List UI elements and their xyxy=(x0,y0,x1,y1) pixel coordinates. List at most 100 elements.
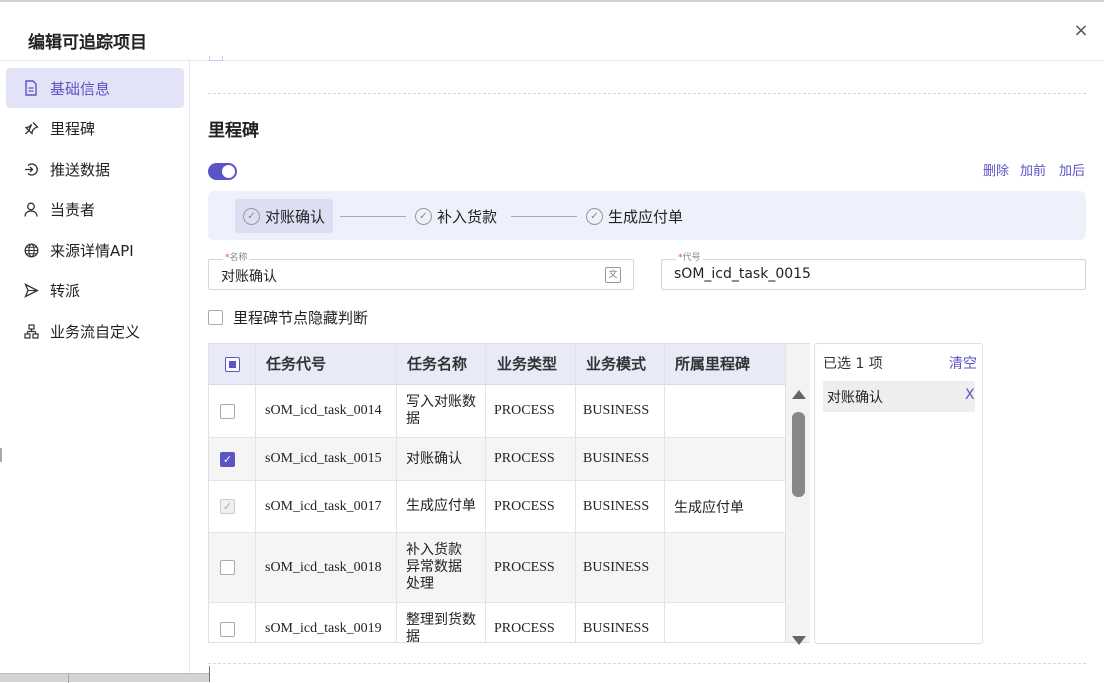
step-connector xyxy=(511,216,577,217)
row-checkbox[interactable] xyxy=(220,621,235,637)
sidebar-item-reassign[interactable]: 转派 xyxy=(6,270,184,310)
header-task-code: 任务代号 xyxy=(266,355,327,373)
dialog-title: 编辑可追踪项目 xyxy=(28,33,147,53)
header-task-name: 任务名称 xyxy=(407,355,468,373)
cell-mode: BUSINESS xyxy=(583,559,650,575)
milestone-toggle[interactable] xyxy=(208,163,237,180)
column-divider xyxy=(575,344,576,642)
sidebar: 基础信息 里程碑 推送数据 当责者 来源详情API 转派 业务流自定义 xyxy=(0,61,190,682)
dialog-header: 编辑可追踪项目 × xyxy=(0,0,1104,61)
cell-milestone: 生成应付单 xyxy=(674,499,744,516)
selected-tag: 对账确认 X xyxy=(823,381,975,412)
table-row[interactable]: ✓ sOM_icd_task_0017 生成应付单 PROCESS BUSINE… xyxy=(209,481,785,533)
checkbox[interactable] xyxy=(208,310,223,325)
cell-mode: BUSINESS xyxy=(583,498,650,514)
cell-code: sOM_icd_task_0014 xyxy=(265,403,382,418)
cell-code: sOM_icd_task_0018 xyxy=(265,559,382,575)
cell-name: 生成应付单 xyxy=(406,498,476,514)
hide-node-checkbox[interactable]: 里程碑节点隐藏判断 xyxy=(208,307,368,328)
cell-code: sOM_icd_task_0017 xyxy=(265,498,382,514)
code-field-value: sOM_icd_task_0015 xyxy=(674,266,811,282)
name-field-value: 对账确认 xyxy=(221,269,277,285)
translate-icon[interactable]: 文 xyxy=(605,267,621,283)
column-divider xyxy=(396,344,397,642)
table-row[interactable]: sOM_icd_task_0014 写入对账数据 PROCESS BUSINES… xyxy=(209,385,785,438)
sidebar-item-basic-info[interactable]: 基础信息 xyxy=(6,68,184,108)
label-text: 代号 xyxy=(682,253,701,263)
row-checkbox: ✓ xyxy=(220,499,235,514)
table-row[interactable]: sOM_icd_task_0018 补入货款异常数据处理 PROCESS BUS… xyxy=(209,533,785,603)
cell-name: 对账确认 xyxy=(406,450,462,467)
select-all-checkbox[interactable] xyxy=(225,357,240,372)
step-label: 补入货款 xyxy=(437,207,498,226)
cell-type: PROCESS xyxy=(494,451,555,466)
table-header: 任务代号 任务名称 业务类型 业务模式 所属里程碑 xyxy=(209,344,785,385)
edge-mark xyxy=(0,448,2,462)
step-generate-payable[interactable]: ✓ 生成应付单 xyxy=(578,199,691,233)
scroll-down-icon[interactable] xyxy=(792,636,806,645)
user-icon xyxy=(22,200,40,218)
cell-type: PROCESS xyxy=(494,559,555,575)
sidebar-item-label: 转派 xyxy=(50,281,81,300)
cell-code: sOM_icd_task_0015 xyxy=(265,451,382,466)
send-icon xyxy=(22,281,40,299)
label-text: 名称 xyxy=(229,253,248,263)
sidebar-item-label: 当责者 xyxy=(50,200,96,219)
header-business-mode: 业务模式 xyxy=(586,355,647,373)
edge-mark xyxy=(209,666,210,682)
sidebar-item-label: 里程碑 xyxy=(50,119,96,138)
sidebar-item-owner[interactable]: 当责者 xyxy=(6,189,184,229)
cell-code: sOM_icd_task_0019 xyxy=(265,620,382,636)
pin-icon xyxy=(22,119,40,137)
scroll-up-icon[interactable] xyxy=(792,390,806,399)
sidebar-item-label: 来源详情API xyxy=(50,241,134,260)
push-arrow-icon xyxy=(22,160,40,178)
row-checkbox[interactable] xyxy=(220,560,235,575)
sidebar-item-source-api[interactable]: 来源详情API xyxy=(6,230,184,270)
remove-tag-icon[interactable]: X xyxy=(965,387,975,403)
cell-mode: BUSINESS xyxy=(583,403,650,418)
divider xyxy=(208,93,1086,94)
sidebar-item-milestone[interactable]: 里程碑 xyxy=(6,108,184,148)
step-add-payment[interactable]: ✓ 补入货款 xyxy=(407,199,505,233)
table-row[interactable]: sOM_icd_task_0019 整理到货数据 PROCESS BUSINES… xyxy=(209,603,785,642)
add-after-button[interactable]: 加后 xyxy=(1059,160,1085,179)
cell-type: PROCESS xyxy=(494,498,555,514)
cell-mode: BUSINESS xyxy=(583,620,650,636)
step-reconcile[interactable]: ✓ 对账确认 xyxy=(235,199,334,233)
close-icon[interactable]: × xyxy=(1070,20,1092,42)
selected-tag-label: 对账确认 xyxy=(827,390,883,406)
delete-button[interactable]: 删除 xyxy=(983,160,1009,179)
document-icon xyxy=(22,79,40,97)
table-scrollbar[interactable] xyxy=(786,343,810,645)
sidebar-item-flow-custom[interactable]: 业务流自定义 xyxy=(6,311,184,351)
taskbar-strip xyxy=(0,673,209,683)
cell-mode: BUSINESS xyxy=(583,451,650,466)
edit-dialog: 编辑可追踪项目 × 基础信息 里程碑 推送数据 当责者 来源详情API 转派 业… xyxy=(0,0,1104,683)
hide-node-label: 里程碑节点隐藏判断 xyxy=(233,309,369,327)
code-field-label: *代号 xyxy=(676,253,703,263)
cell-name: 写入对账数据 xyxy=(406,394,476,427)
sidebar-item-label: 基础信息 xyxy=(50,79,111,98)
milestone-steps: ✓ 对账确认 ✓ 补入货款 ✓ 生成应付单 xyxy=(208,191,1086,240)
table-row[interactable]: ✓ sOM_icd_task_0015 对账确认 PROCESS BUSINES… xyxy=(209,438,785,481)
partial-checkbox-top xyxy=(209,56,223,61)
step-label: 对账确认 xyxy=(265,207,326,226)
row-checkbox[interactable] xyxy=(220,403,235,419)
add-before-button[interactable]: 加前 xyxy=(1020,160,1046,179)
code-field[interactable]: *代号 sOM_icd_task_0015 xyxy=(661,253,1086,290)
header-milestone: 所属里程碑 xyxy=(675,355,751,373)
row-checkbox[interactable]: ✓ xyxy=(220,451,235,467)
scroll-thumb[interactable] xyxy=(792,412,805,497)
cell-name: 补入货款异常数据处理 xyxy=(406,542,462,592)
clear-button[interactable]: 清空 xyxy=(949,353,977,373)
sidebar-item-push-data[interactable]: 推送数据 xyxy=(6,149,184,189)
selected-panel: 已选 1 项 清空 对账确认 X xyxy=(814,343,983,644)
selected-count: 已选 1 项 xyxy=(823,356,883,372)
name-field[interactable]: *名称 对账确认 文 xyxy=(208,253,634,290)
cell-type: PROCESS xyxy=(494,403,555,418)
toggle-knob xyxy=(222,165,235,178)
name-field-label: *名称 xyxy=(223,253,250,263)
divider xyxy=(208,663,1086,664)
cell-type: PROCESS xyxy=(494,620,555,636)
